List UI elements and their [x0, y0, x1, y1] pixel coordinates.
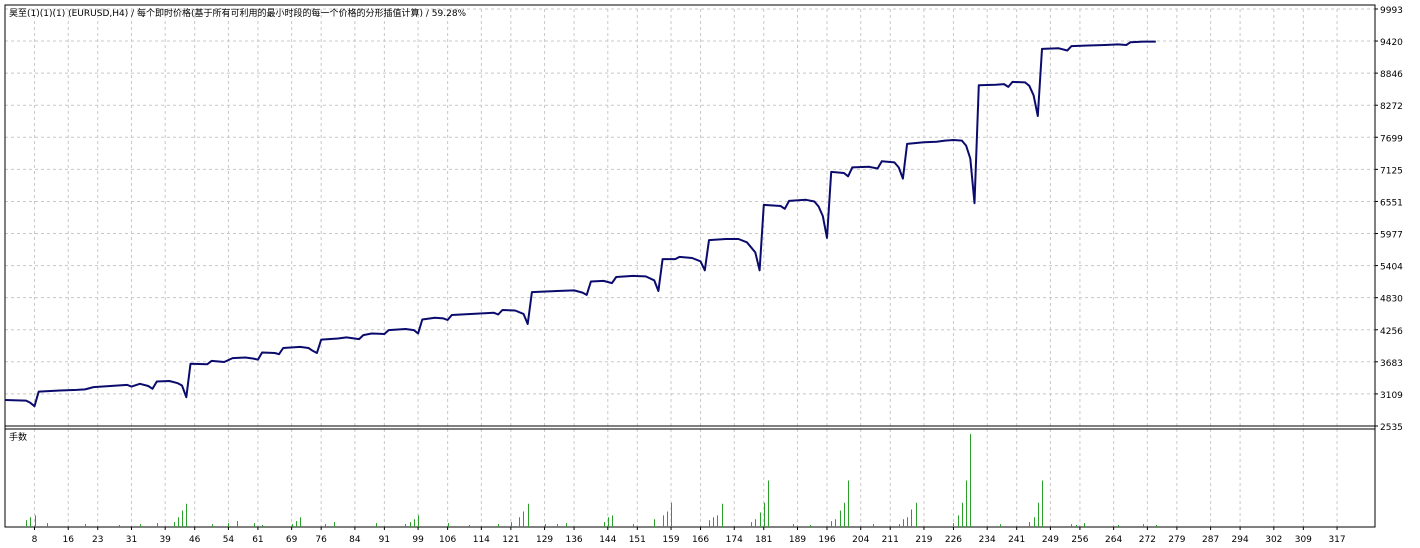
x-tick-label: 204: [852, 535, 869, 545]
x-tick-label: 211: [882, 535, 899, 545]
tester-report-chart: 昊至(1)(1)(1) (EURUSD,H4) / 每个即时价格(基于所有可利用…: [4, 4, 1403, 545]
x-tick-label: 23: [92, 535, 103, 545]
x-tick-label: 234: [979, 535, 996, 545]
x-tick-label: 226: [945, 535, 962, 545]
x-tick-label: 61: [252, 535, 263, 545]
x-tick-label: 256: [1071, 535, 1088, 545]
x-tick-label: 196: [818, 535, 835, 545]
x-tick-label: 16: [63, 535, 75, 545]
balance-line: [4, 40, 1156, 408]
x-tick-label: 31: [126, 535, 137, 545]
y-tick-label: 7699: [1380, 134, 1403, 144]
x-axis: 8 16 23 31 39 46 54 61 69 76 84 91 99 106 114 121 129 136…: [32, 527, 1346, 545]
x-tick-label: 279: [1168, 535, 1185, 545]
y-tick-label: 8272: [1380, 102, 1403, 112]
x-tick-label: 54: [223, 535, 235, 545]
y-tick-label: 6551: [1380, 198, 1403, 208]
x-tick-label: 136: [565, 535, 582, 545]
x-tick-label: 219: [915, 535, 932, 545]
x-tick-label: 241: [1008, 535, 1025, 545]
y-tick-label: 8846: [1380, 70, 1403, 80]
x-tick-label: 189: [789, 535, 806, 545]
y-tick-label: 3683: [1380, 359, 1403, 369]
x-tick-label: 264: [1105, 535, 1122, 545]
x-tick-label: 8: [32, 535, 38, 545]
x-tick-label: 39: [159, 535, 171, 545]
x-tick-label: 302: [1265, 535, 1282, 545]
x-tick-label: 46: [189, 535, 201, 545]
grid: [5, 8, 1375, 527]
x-tick-label: 91: [379, 535, 390, 545]
y-tick-label: 2535: [1380, 423, 1403, 433]
lot-panel-label: 手数: [9, 431, 27, 443]
x-tick-label: 106: [439, 535, 456, 545]
y-axis: 2535 3109 3683 4256 4830 5404 5977 6551 7125 7699…: [1375, 6, 1403, 433]
x-tick-label: 129: [536, 535, 553, 545]
y-tick-label: 9993: [1380, 6, 1403, 16]
y-tick-label: 5977: [1380, 231, 1403, 241]
y-tick-label: 3109: [1380, 391, 1403, 401]
x-tick-label: 114: [473, 535, 490, 545]
y-tick-label: 9420: [1380, 38, 1403, 48]
x-tick-label: 287: [1202, 535, 1219, 545]
x-tick-label: 294: [1232, 535, 1249, 545]
x-tick-label: 84: [349, 535, 361, 545]
x-tick-label: 174: [726, 535, 743, 545]
x-tick-label: 181: [755, 535, 772, 545]
x-tick-label: 272: [1139, 535, 1156, 545]
header-text: 昊至(1)(1)(1) (EURUSD,H4) / 每个即时价格(基于所有可利用…: [9, 7, 467, 19]
y-tick-label: 7125: [1380, 166, 1403, 176]
x-tick-label: 69: [286, 535, 298, 545]
x-tick-label: 99: [412, 535, 424, 545]
y-tick-label: 5404: [1380, 263, 1403, 273]
y-tick-label: 4256: [1380, 327, 1403, 337]
x-tick-label: 309: [1295, 535, 1312, 545]
x-tick-label: 249: [1042, 535, 1059, 545]
x-tick-label: 159: [662, 535, 679, 545]
x-tick-label: 144: [599, 535, 616, 545]
x-tick-label: 151: [629, 535, 646, 545]
x-tick-label: 76: [315, 535, 327, 545]
x-tick-label: 166: [692, 535, 709, 545]
x-tick-label: 121: [502, 535, 519, 545]
x-tick-label: 317: [1328, 535, 1345, 545]
y-tick-label: 4830: [1380, 295, 1403, 305]
